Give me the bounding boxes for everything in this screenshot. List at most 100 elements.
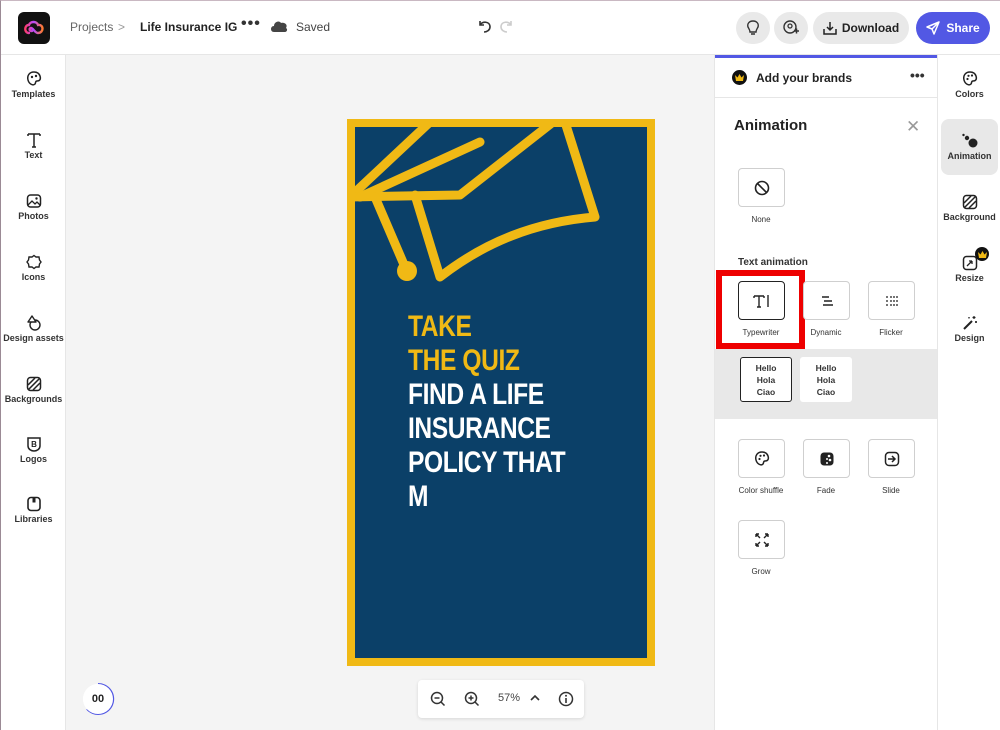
headline-line: M	[408, 480, 429, 513]
invite-button[interactable]	[774, 12, 808, 44]
redo-icon[interactable]	[498, 18, 514, 34]
app-logo[interactable]	[18, 12, 50, 44]
palette-icon	[962, 71, 977, 86]
ideas-button[interactable]	[736, 12, 770, 44]
sidebar-label: Libraries	[14, 514, 53, 524]
templates-icon	[26, 71, 41, 86]
typewriter-animation-button[interactable]	[738, 281, 785, 320]
sidebar-item-templates[interactable]: Templates	[1, 71, 66, 121]
rail-label: Colors	[955, 89, 984, 99]
dynamic-icon	[821, 295, 833, 306]
animation-icon	[961, 133, 977, 148]
headline-line: FIND A LIFE	[408, 378, 544, 411]
add-user-icon	[783, 20, 799, 34]
variant-text: Hola	[756, 374, 776, 385]
sidebar-label: Icons	[21, 272, 46, 282]
zoom-toolbar: 57%	[418, 680, 584, 718]
animation-label: Flicker	[879, 328, 903, 337]
zoom-in-icon[interactable]	[464, 691, 480, 707]
save-status: Saved	[296, 20, 331, 34]
color-shuffle-animation-button[interactable]	[738, 439, 785, 478]
grow-animation-button[interactable]	[738, 520, 785, 559]
variant-text: Hello	[755, 362, 777, 373]
more-options-button[interactable]: •••	[241, 15, 261, 33]
dynamic-animation-button[interactable]	[803, 281, 850, 320]
animation-label: Slide	[882, 486, 900, 495]
libraries-icon	[26, 496, 41, 512]
breadcrumb-projects[interactable]: Projects	[70, 20, 113, 34]
variant-option[interactable]: Hello Hola Ciao	[740, 357, 792, 402]
rail-label: Design	[954, 333, 985, 343]
brand-row[interactable]: Add your brands •••	[715, 58, 938, 98]
animation-label: None	[751, 215, 771, 224]
rail-item-resize[interactable]: Resize	[941, 241, 998, 297]
sidebar-label: Design assets	[3, 333, 64, 343]
headline-line: INSURANCE	[408, 412, 551, 445]
sidebar-item-libraries[interactable]: Libraries	[1, 496, 66, 546]
rail-item-background[interactable]: Background	[941, 180, 998, 236]
project-title[interactable]: Life Insurance IG	[140, 20, 237, 34]
top-bar: Projects > Life Insurance IG ••• Saved D…	[1, 1, 1000, 55]
palette-icon	[754, 450, 769, 466]
undo-icon[interactable]	[477, 18, 493, 34]
rail-label: Resize	[955, 273, 984, 283]
sidebar-item-photos[interactable]: Photos	[1, 193, 66, 243]
brand-more-button[interactable]: •••	[910, 67, 925, 83]
right-rail: Colors Animation Background Resize Desig…	[937, 55, 1000, 730]
info-icon[interactable]	[558, 691, 574, 707]
variant-text: Hello	[815, 362, 837, 373]
rail-label: Background	[943, 212, 996, 222]
sidebar-item-icons[interactable]: Icons	[1, 254, 66, 304]
zoom-out-icon[interactable]	[430, 691, 446, 707]
download-icon	[823, 22, 837, 35]
magic-wand-icon	[962, 316, 977, 330]
close-icon[interactable]: ✕	[906, 117, 920, 137]
variant-text: Hola	[816, 374, 836, 385]
slide-animation-button[interactable]	[868, 439, 915, 478]
animation-label: Grow	[751, 567, 771, 576]
text-animation-heading: Text animation	[738, 257, 808, 268]
creative-cloud-icon	[24, 20, 44, 35]
sidebar-label: Backgrounds	[4, 394, 63, 404]
text-icon	[26, 133, 41, 148]
background-icon	[962, 194, 977, 210]
headline-text[interactable]: TAKE THE QUIZ FIND A LIFE INSURANCE POLI…	[408, 310, 566, 514]
design-assets-icon	[26, 315, 41, 331]
rail-label: Animation	[947, 151, 992, 161]
play-button[interactable]: 00	[83, 684, 113, 714]
headline-line: POLICY THAT	[408, 446, 566, 479]
headline-line: TAKE	[408, 310, 472, 343]
animation-variants: Hello Hola Ciao Hello Hola Ciao	[715, 349, 938, 419]
sidebar-label: Templates	[11, 89, 56, 99]
variant-option[interactable]: Hello Hola Ciao	[800, 357, 852, 402]
chevron-up-icon[interactable]	[530, 694, 540, 702]
icons-icon	[25, 254, 42, 270]
svg-text:B: B	[31, 440, 37, 449]
share-button[interactable]: Share	[916, 12, 990, 44]
rail-item-colors[interactable]: Colors	[941, 57, 998, 113]
panel-title: Animation	[734, 117, 808, 134]
zoom-level[interactable]: 57%	[498, 692, 520, 704]
photos-icon	[26, 194, 41, 208]
flicker-icon	[885, 295, 898, 306]
share-label: Share	[946, 21, 980, 35]
rail-item-design[interactable]: Design	[941, 301, 998, 357]
rail-item-animation[interactable]: Animation	[941, 119, 998, 175]
graduation-cap-graphic[interactable]	[355, 127, 647, 327]
sidebar-item-design-assets[interactable]: Design assets	[1, 315, 66, 365]
variant-text: Ciao	[816, 386, 836, 397]
sidebar-item-text[interactable]: Text	[1, 132, 66, 182]
lightbulb-icon	[747, 20, 759, 35]
flicker-animation-button[interactable]	[868, 281, 915, 320]
artboard[interactable]: TAKE THE QUIZ FIND A LIFE INSURANCE POLI…	[347, 119, 655, 666]
sidebar-label: Photos	[18, 211, 49, 221]
download-button[interactable]: Download	[813, 12, 909, 44]
sidebar-item-logos[interactable]: B Logos	[1, 436, 66, 486]
headline-line: THE QUIZ	[408, 344, 520, 377]
animation-none-button[interactable]	[738, 168, 785, 207]
send-icon	[926, 21, 941, 35]
variant-text: Ciao	[756, 386, 776, 397]
fade-animation-button[interactable]	[803, 439, 850, 478]
artboard-background: TAKE THE QUIZ FIND A LIFE INSURANCE POLI…	[355, 127, 647, 658]
sidebar-item-backgrounds[interactable]: Backgrounds	[1, 376, 66, 426]
